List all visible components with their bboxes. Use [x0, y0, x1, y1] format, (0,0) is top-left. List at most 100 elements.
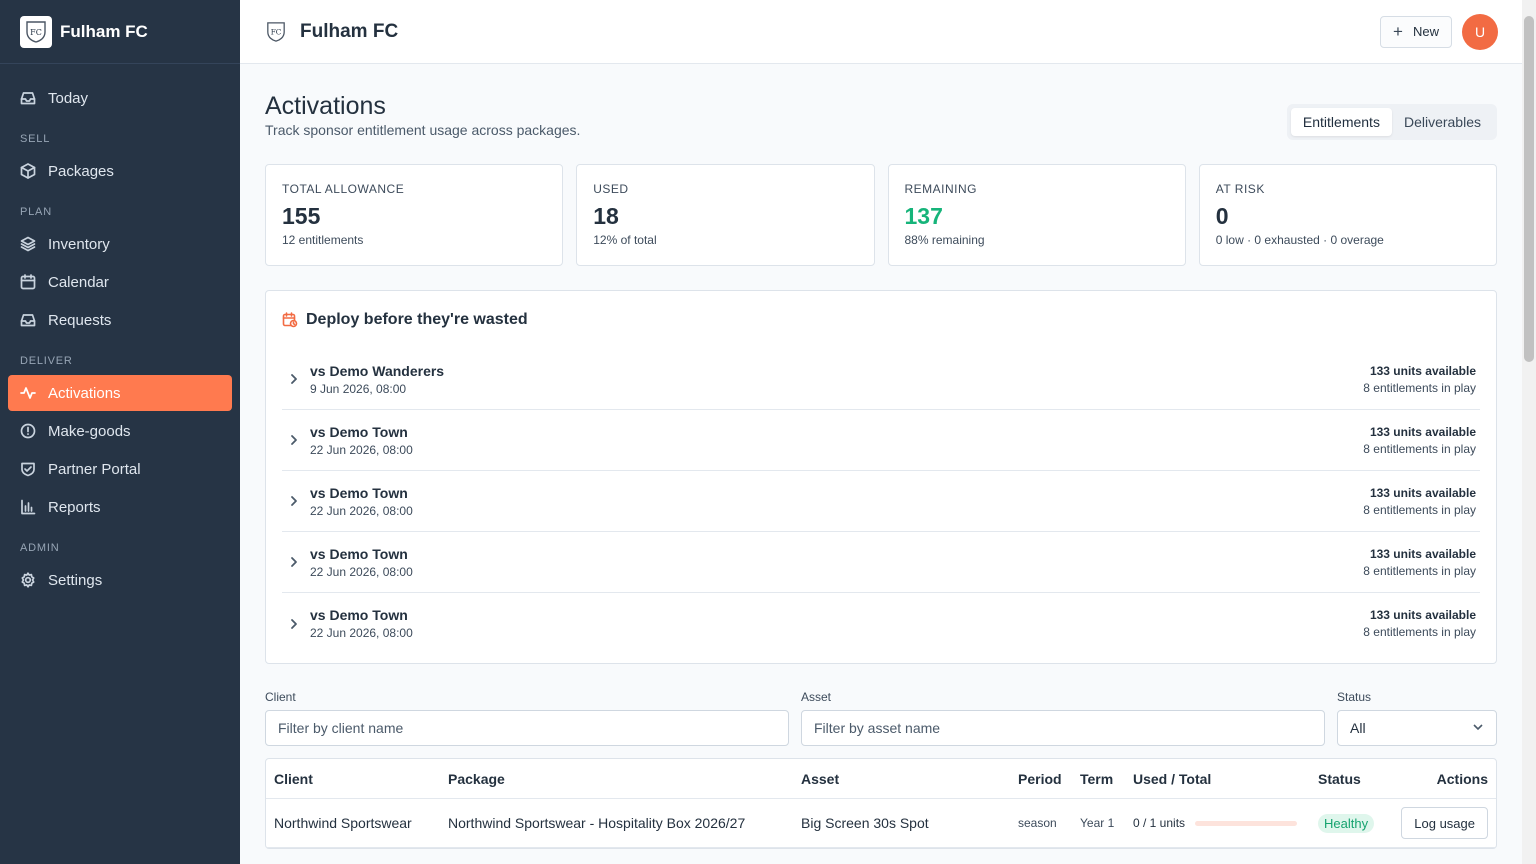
sidebar-item-label: Make-goods	[48, 422, 131, 440]
cell-used-total: 0 / 1 units	[1125, 816, 1310, 830]
fixture-row[interactable]: vs Demo Town 22 Jun 2026, 08:00 133 unit…	[282, 471, 1480, 532]
cell-client: Northwind Sportswear	[274, 815, 412, 831]
stat-card-used: USED 18 12% of total	[576, 164, 875, 266]
table-row: Northwind Sportswear Northwind Sportswea…	[266, 799, 1496, 848]
bar-chart-icon	[20, 499, 36, 515]
fixture-row[interactable]: vs Demo Town 22 Jun 2026, 08:00 133 unit…	[282, 410, 1480, 471]
calendar-icon	[20, 274, 36, 290]
fixture-in-play: 8 entitlements in play	[1363, 563, 1476, 578]
cell-actions: Log usage	[1392, 807, 1496, 839]
fixture-opponent: vs Demo Wanderers	[310, 362, 445, 379]
sidebar-item-today[interactable]: Today	[8, 80, 232, 116]
plus-icon: +	[1393, 21, 1403, 41]
fixture-in-play: 8 entitlements in play	[1363, 441, 1476, 456]
stat-label: TOTAL ALLOWANCE	[282, 182, 405, 196]
asset-filter-input[interactable]: Filter by asset name	[801, 710, 1325, 746]
fixture-units: 133 units available	[1369, 363, 1476, 378]
sidebar-item-inventory[interactable]: Inventory	[8, 226, 232, 262]
fixture-date: 22 Jun 2026, 08:00	[310, 564, 413, 579]
sidebar-item-settings[interactable]: Settings	[8, 562, 232, 598]
stat-value: 155	[282, 203, 321, 229]
sidebar-item-partner-portal[interactable]: Partner Portal	[8, 451, 232, 487]
chevron-right-icon	[282, 495, 306, 507]
chevron-right-icon	[282, 556, 306, 568]
tab-entitlements[interactable]: Entitlements	[1290, 108, 1392, 136]
column-header-used-total[interactable]: Used / Total	[1125, 771, 1310, 787]
page-scrollbar[interactable]	[1522, 0, 1536, 864]
cell-status: Healthy	[1310, 813, 1392, 833]
sidebar-item-label: Requests	[48, 311, 112, 329]
activity-icon	[20, 385, 36, 401]
fixture-in-play: 8 entitlements in play	[1363, 380, 1476, 395]
stat-sub: 0 low · 0 exhausted · 0 overage	[1215, 233, 1384, 247]
page-header: Activations Track sponsor entitlement us…	[265, 64, 1497, 164]
usage-bar	[1195, 820, 1298, 826]
inbox-icon	[20, 312, 36, 328]
calendar-clock-icon	[282, 312, 298, 328]
fixture-row[interactable]: vs Demo Wanderers 9 Jun 2026, 08:00 133 …	[282, 349, 1480, 410]
status-filter: Status All	[1337, 690, 1497, 746]
page-title: Activations	[265, 92, 386, 120]
topbar: FC Fulham FC + New U	[240, 0, 1522, 64]
column-header-package[interactable]: Package	[440, 771, 793, 787]
sidebar-item-reports[interactable]: Reports	[8, 489, 232, 525]
svg-text:FC: FC	[271, 27, 282, 36]
client-filter: Client Filter by client name	[265, 690, 789, 746]
new-button[interactable]: + New	[1380, 15, 1452, 48]
sidebar-item-activations[interactable]: Activations	[8, 375, 232, 411]
entitlements-table: Client Package Asset Period Term Used / …	[265, 758, 1497, 849]
sidebar-item-label: Inventory	[48, 235, 110, 253]
stat-card-total-allowance: TOTAL ALLOWANCE 155 12 entitlements	[265, 164, 564, 266]
sidebar-item-make-goods[interactable]: Make-goods	[8, 413, 232, 449]
column-header-period[interactable]: Period	[1010, 771, 1072, 787]
scrollbar-thumb[interactable]	[1524, 16, 1534, 362]
stats-row: TOTAL ALLOWANCE 155 12 entitlements USED…	[265, 164, 1497, 266]
stat-label: REMAINING	[904, 182, 978, 196]
fixture-row[interactable]: vs Demo Town 22 Jun 2026, 08:00 133 unit…	[282, 593, 1480, 654]
fixture-units: 133 units available	[1369, 424, 1476, 439]
chevron-down-icon	[1472, 720, 1484, 736]
layers-icon	[20, 236, 36, 252]
stat-card-remaining: REMAINING 137 88% remaining	[887, 164, 1186, 266]
column-header-asset[interactable]: Asset	[793, 771, 1010, 787]
deploy-title: Deploy before they're wasted	[306, 311, 528, 328]
cell-term: Year 1	[1080, 816, 1115, 830]
used-total-text: 0 / 1 units	[1133, 816, 1186, 830]
nav-section-deliver: DELIVER	[20, 355, 73, 367]
deploy-panel: Deploy before they're wasted vs Demo Wan…	[265, 290, 1497, 664]
fixture-opponent: vs Demo Town	[310, 423, 408, 440]
avatar[interactable]: U	[1462, 13, 1498, 50]
column-header-status[interactable]: Status	[1310, 771, 1392, 787]
fixture-units: 133 units available	[1369, 608, 1476, 622]
column-header-actions: Actions	[1436, 770, 1488, 787]
stat-value: 18	[593, 203, 619, 229]
status-select[interactable]: All	[1337, 710, 1497, 746]
tab-deliverables[interactable]: Deliverables	[1392, 108, 1493, 136]
stat-value: 137	[904, 203, 943, 229]
cell-asset: Big Screen 30s Spot	[801, 815, 929, 831]
sidebar-item-requests[interactable]: Requests	[8, 302, 232, 338]
view-toggle: Entitlements Deliverables	[1286, 104, 1497, 140]
client-filter-label: Client	[265, 690, 296, 704]
column-header-term[interactable]: Term	[1072, 771, 1125, 787]
nav-section-plan: PLAN	[20, 206, 52, 218]
handshake-icon	[20, 461, 36, 477]
client-filter-input[interactable]: Filter by client name	[265, 710, 789, 746]
log-usage-button[interactable]: Log usage	[1401, 807, 1488, 839]
sidebar-item-packages[interactable]: Packages	[8, 153, 232, 189]
stat-sub: 88% remaining	[904, 233, 985, 247]
brand[interactable]: FC Fulham FC	[0, 0, 240, 64]
sidebar-item-label: Today	[48, 89, 89, 107]
club-crest-icon: FC	[20, 15, 52, 48]
nav-section-admin: ADMIN	[20, 542, 60, 554]
sidebar-item-calendar[interactable]: Calendar	[8, 264, 232, 300]
topbar-title: Fulham FC	[300, 20, 399, 42]
column-header-client[interactable]: Client	[266, 771, 440, 787]
fixture-row[interactable]: vs Demo Town 22 Jun 2026, 08:00 133 unit…	[282, 532, 1480, 593]
status-select-value: All	[1350, 720, 1366, 736]
sidebar-item-label: Packages	[48, 162, 114, 180]
sidebar-item-label: Partner Portal	[48, 460, 141, 478]
stat-label: USED	[593, 182, 629, 196]
fixture-opponent: vs Demo Town	[310, 607, 408, 623]
table-header: Client Package Asset Period Term Used / …	[266, 759, 1496, 799]
